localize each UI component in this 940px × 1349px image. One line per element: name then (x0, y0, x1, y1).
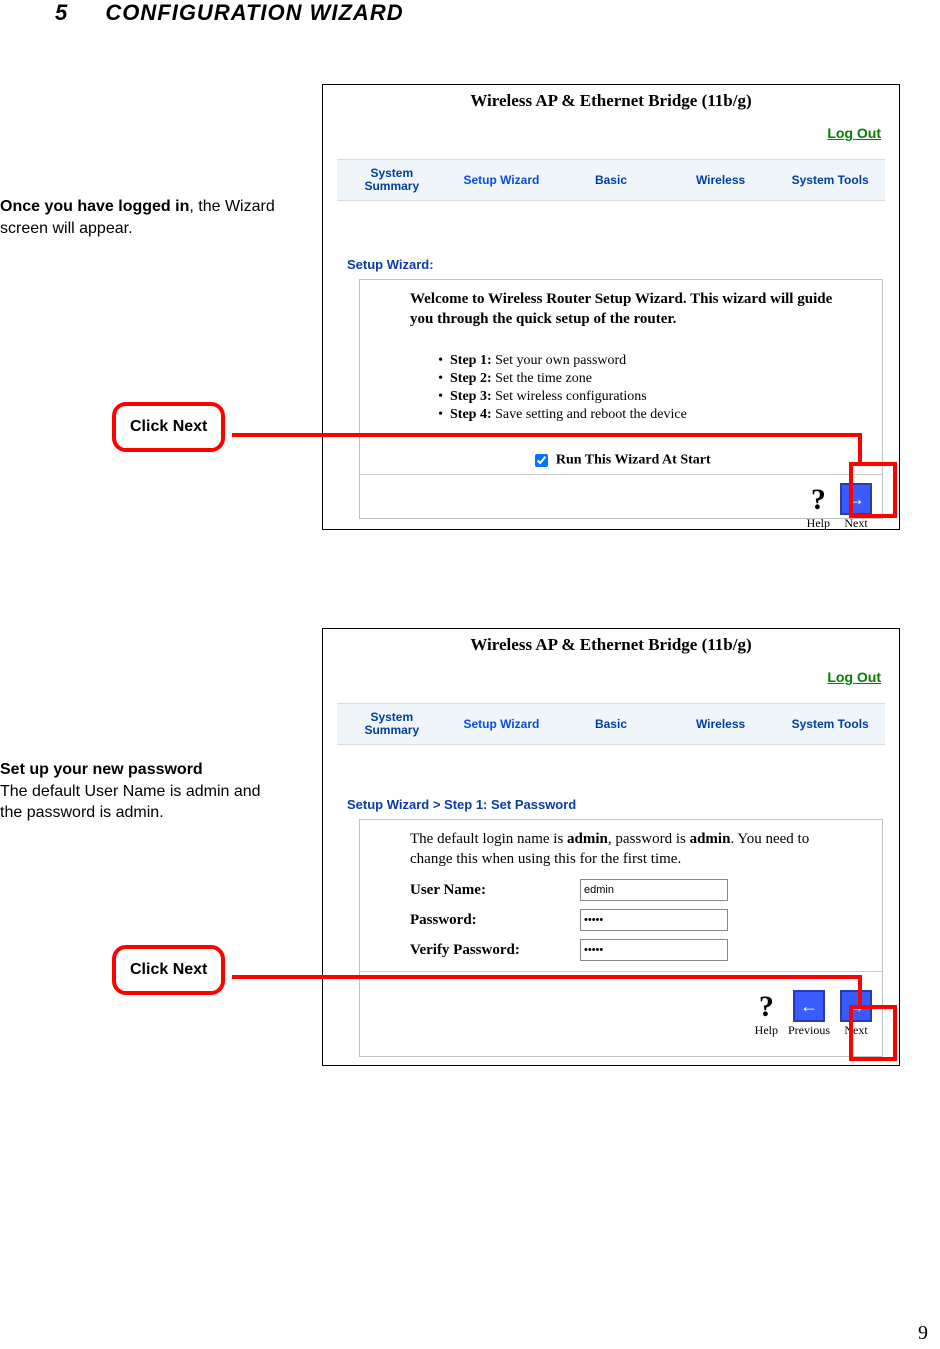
wizard-step3: Step 3: Set wireless configurations (450, 389, 862, 405)
run-wizard-label: Run This Wizard At Start (556, 453, 711, 468)
caption2-bold: Set up your new password (0, 761, 203, 778)
help-button-2[interactable]: ? Help (755, 992, 778, 1038)
callout-click-next-2: Click Next (112, 945, 225, 995)
caption-step2: Set up your new password The default Use… (0, 759, 280, 824)
password-panel: The default login name is admin, passwor… (359, 819, 883, 1057)
password-intro: The default login name is admin, passwor… (360, 820, 882, 875)
tab-setup-wizard[interactable]: Setup Wizard (447, 173, 557, 187)
arrow-left-icon: ← (793, 990, 825, 1022)
tabs-bar: SystemSummary Setup Wizard Basic Wireles… (337, 159, 885, 201)
shot1-title: Wireless AP & Ethernet Bridge (11b/g) (323, 85, 899, 111)
question-icon: ? (755, 992, 777, 1022)
callout2-line-v (858, 975, 862, 1005)
password-nav-row: ? Help ← Previous → Next (360, 972, 882, 1042)
help-button[interactable]: ? Help (807, 485, 830, 531)
tab-system-tools[interactable]: System Tools (775, 173, 885, 187)
password-row: Password: (360, 905, 882, 935)
verify-password-label: Verify Password: (410, 942, 580, 959)
caption2-rest: The default User Name is admin and the p… (0, 783, 261, 822)
tab-basic[interactable]: Basic (556, 717, 666, 731)
breadcrumb: Setup Wizard: (347, 257, 434, 272)
callout1-line-v (858, 433, 862, 463)
screenshot-wizard-start: Wireless AP & Ethernet Bridge (11b/g) Lo… (322, 84, 900, 530)
wizard-panel: Welcome to Wireless Router Setup Wizard.… (359, 279, 883, 519)
run-wizard-row: Run This Wizard At Start (360, 441, 882, 475)
username-label: User Name: (410, 882, 580, 899)
tab-system-summary[interactable]: SystemSummary (337, 711, 447, 737)
tabs-bar-2: SystemSummary Setup Wizard Basic Wireles… (337, 703, 885, 745)
password-input[interactable] (580, 909, 728, 931)
verify-password-row: Verify Password: (360, 935, 882, 972)
caption1-bold: Once you have logged in (0, 198, 189, 215)
section-title: CONFIGURATION WIZARD (105, 0, 403, 25)
callout1-target-box (849, 462, 897, 518)
wizard-welcome-text: Welcome to Wireless Router Setup Wizard.… (360, 280, 882, 335)
username-input[interactable] (580, 879, 728, 901)
breadcrumb-2: Setup Wizard > Step 1: Set Password (347, 797, 576, 812)
logout-link[interactable]: Log Out (827, 125, 881, 141)
tab-system-summary[interactable]: SystemSummary (337, 167, 447, 193)
screenshot-set-password: Wireless AP & Ethernet Bridge (11b/g) Lo… (322, 628, 900, 1066)
page-title: 5 CONFIGURATION WIZARD (55, 0, 404, 26)
tab-wireless[interactable]: Wireless (666, 717, 776, 731)
verify-password-input[interactable] (580, 939, 728, 961)
tab-setup-wizard[interactable]: Setup Wizard (447, 717, 557, 731)
username-row: User Name: (360, 875, 882, 905)
password-label: Password: (410, 912, 580, 929)
previous-button[interactable]: ← Previous (788, 990, 830, 1038)
section-number: 5 (55, 0, 68, 25)
logout-link-2[interactable]: Log Out (827, 669, 881, 685)
wizard-step4: Step 4: Save setting and reboot the devi… (450, 407, 862, 423)
caption-step1: Once you have logged in, the Wizard scre… (0, 196, 280, 239)
tab-wireless[interactable]: Wireless (666, 173, 776, 187)
wizard-steps-list: Step 1: Set your own password Step 2: Se… (360, 349, 882, 427)
callout1-line-h (232, 433, 858, 437)
shot2-title: Wireless AP & Ethernet Bridge (11b/g) (323, 629, 899, 655)
run-wizard-checkbox[interactable] (535, 454, 548, 467)
wizard-step2: Step 2: Set the time zone (450, 371, 862, 387)
page-number: 9 (918, 1322, 928, 1345)
wizard-nav-row: ? Help → Next (360, 475, 882, 535)
tab-system-tools[interactable]: System Tools (775, 717, 885, 731)
wizard-step1: Step 1: Set your own password (450, 353, 862, 369)
callout2-line-h (232, 975, 858, 979)
question-icon: ? (807, 485, 829, 515)
tab-basic[interactable]: Basic (556, 173, 666, 187)
callout-click-next-1: Click Next (112, 402, 225, 452)
callout2-target-box (849, 1005, 897, 1061)
